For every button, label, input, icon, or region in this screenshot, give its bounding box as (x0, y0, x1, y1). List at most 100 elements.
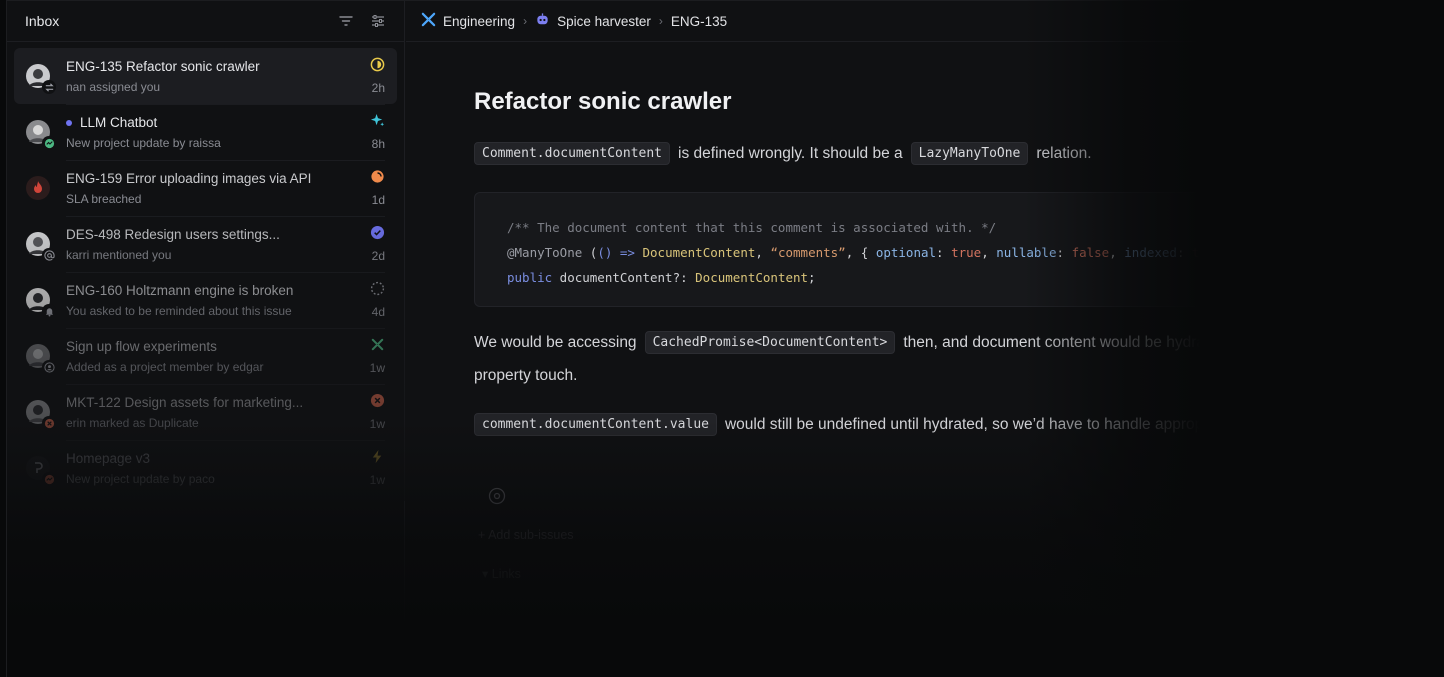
notification-item[interactable]: LLM Chatbot New project update by raissa… (14, 104, 397, 160)
snooze-label: Snooze (1419, 14, 1444, 28)
inbox-sidebar: Inbox ENG-135 Refactor sonic crawler nan… (7, 1, 405, 677)
notification-subtitle: nan assigned you (66, 79, 161, 94)
notification-item[interactable]: ENG-160 Holtzmann engine is broken You a… (14, 272, 397, 328)
notification-time: 1w (369, 473, 385, 487)
notification-subtitle: You asked to be reminded about this issu… (66, 303, 292, 318)
add-sub-issues-button[interactable]: + Add sub-issues (478, 528, 574, 542)
paragraph-text: relation. (1036, 144, 1092, 162)
issue-title[interactable]: Refactor sonic crawler (474, 88, 731, 116)
notification-item[interactable]: MKT-122 Design assets for marketing... e… (14, 384, 397, 440)
inline-code: CachedPromise<DocumentContent> (644, 331, 896, 354)
notification-title: LLM Chatbot (80, 114, 158, 130)
notification-item[interactable]: Sign up flow experiments Added as a proj… (14, 328, 397, 384)
sparkle-icon (370, 113, 385, 133)
chevron-right-icon: › (523, 14, 528, 28)
update-icon (42, 472, 56, 486)
avatar (26, 232, 56, 262)
member-icon (42, 360, 56, 374)
notification-subtitle: Added as a project member by edgar (66, 359, 264, 374)
avatar (26, 120, 56, 150)
robot-icon (535, 12, 557, 30)
clock-icon (1401, 13, 1420, 29)
avatar (26, 64, 56, 94)
notification-time: 1w (369, 361, 385, 375)
notification-time: 8h (371, 137, 385, 151)
notification-item[interactable]: ENG-135 Refactor sonic crawler nan assig… (14, 48, 397, 104)
notification-title: ENG-135 Refactor sonic crawler (66, 58, 260, 74)
inline-code: comment.documentContent.value (474, 413, 717, 436)
notification-time: 2h (371, 81, 385, 95)
reassign-icon (42, 80, 56, 94)
issue-content: Refactor sonic crawler Comment.documentC… (474, 42, 1444, 677)
notification-subtitle: New project update by raissa (66, 135, 221, 150)
inline-code: Comment.documentContent (474, 142, 671, 165)
avatar (26, 344, 56, 374)
mention-icon (42, 248, 56, 262)
code-line-2: @ManyToOne (() => DocumentContent, “comm… (507, 245, 1245, 260)
notification-title: ENG-159 Error uploading images via API (66, 170, 312, 186)
project-icon (370, 337, 385, 357)
issue-pane: Engineering › Spice harvester › ENG-135 … (406, 1, 1444, 677)
description-paragraph-2-cont[interactable]: property touch. (474, 367, 577, 385)
description-paragraph-1[interactable]: Comment.documentContent is defined wrong… (474, 142, 1092, 165)
code-block[interactable]: /** The document content that this comme… (474, 192, 1274, 307)
notification-title: ENG-160 Holtzmann engine is broken (66, 282, 294, 298)
avatar (26, 400, 56, 430)
notification-time: 1d (371, 193, 385, 207)
notification-subtitle: New project update by paco (66, 471, 215, 486)
inbox-delete-icon (1256, 13, 1275, 29)
on-track-icon (42, 136, 56, 150)
notification-title: Sign up flow experiments (66, 338, 217, 354)
links-toggle[interactable]: ▾ Links (482, 566, 521, 581)
issue-topbar: Engineering › Spice harvester › ENG-135 … (406, 1, 1444, 42)
filter-icon[interactable] (338, 13, 354, 29)
notification-subtitle: erin marked as Duplicate (66, 415, 199, 430)
breadcrumb-team[interactable]: Engineering (443, 14, 515, 29)
sliders-icon[interactable] (370, 13, 386, 29)
delete-notification-button[interactable]: Delete notification (1248, 9, 1383, 33)
notification-subtitle: karri mentioned you (66, 247, 172, 262)
code-line-3: public documentContent?: DocumentContent… (507, 270, 816, 285)
chevron-right-icon: › (658, 14, 663, 28)
canceled-icon (370, 393, 385, 413)
paragraph-text: then, and document content would be hydr… (903, 333, 1227, 351)
avatar (26, 288, 56, 318)
inbox-title: Inbox (25, 13, 60, 29)
notification-item[interactable]: DES-498 Redesign users settings... karri… (14, 216, 397, 272)
notification-title: DES-498 Redesign users settings... (66, 226, 280, 242)
breadcrumb-issue[interactable]: ENG-135 (671, 14, 727, 29)
notification-title: MKT-122 Design assets for marketing... (66, 394, 304, 410)
sla-icon (370, 169, 385, 189)
duplicate-icon (42, 416, 56, 430)
breadcrumb: Engineering › Spice harvester › ENG-135 (421, 12, 727, 30)
in-progress-icon (370, 57, 385, 77)
paragraph-text: We would be accessing (474, 333, 637, 351)
notification-time: 2d (371, 249, 385, 263)
inbox-header: Inbox (7, 1, 404, 42)
team-icon (421, 12, 443, 30)
description-paragraph-3[interactable]: comment.documentContent.value would stil… (474, 413, 1245, 436)
done-icon (370, 225, 385, 245)
mention-icon[interactable] (488, 487, 506, 505)
notification-time: 1w (369, 417, 385, 431)
notification-item[interactable]: Homepage v3 New project update by paco 1… (14, 440, 397, 496)
snooze-button[interactable]: Snooze (1393, 9, 1444, 33)
breadcrumb-project[interactable]: Spice harvester (557, 14, 651, 29)
code-line-1: /** The document content that this comme… (507, 220, 997, 235)
paragraph-text: would still be undefined until hydrated,… (724, 415, 1245, 433)
bolt-icon (370, 449, 385, 469)
avatar (26, 456, 56, 486)
backlog-icon (370, 281, 385, 301)
app-window: Inbox ENG-135 Refactor sonic crawler nan… (6, 0, 1444, 677)
unread-dot (66, 119, 72, 126)
description-paragraph-2[interactable]: We would be accessing CachedPromise<Docu… (474, 331, 1227, 354)
delete-notification-label: Delete notification (1275, 14, 1375, 28)
bell-icon (42, 304, 56, 318)
notification-subtitle: SLA breached (66, 191, 142, 206)
notification-time: 4d (371, 305, 385, 319)
notification-item[interactable]: ENG-159 Error uploading images via API S… (14, 160, 397, 216)
notification-title: Homepage v3 (66, 450, 151, 466)
notification-list: ENG-135 Refactor sonic crawler nan assig… (7, 42, 404, 502)
avatar (26, 176, 50, 200)
inline-code: LazyManyToOne (910, 142, 1029, 165)
